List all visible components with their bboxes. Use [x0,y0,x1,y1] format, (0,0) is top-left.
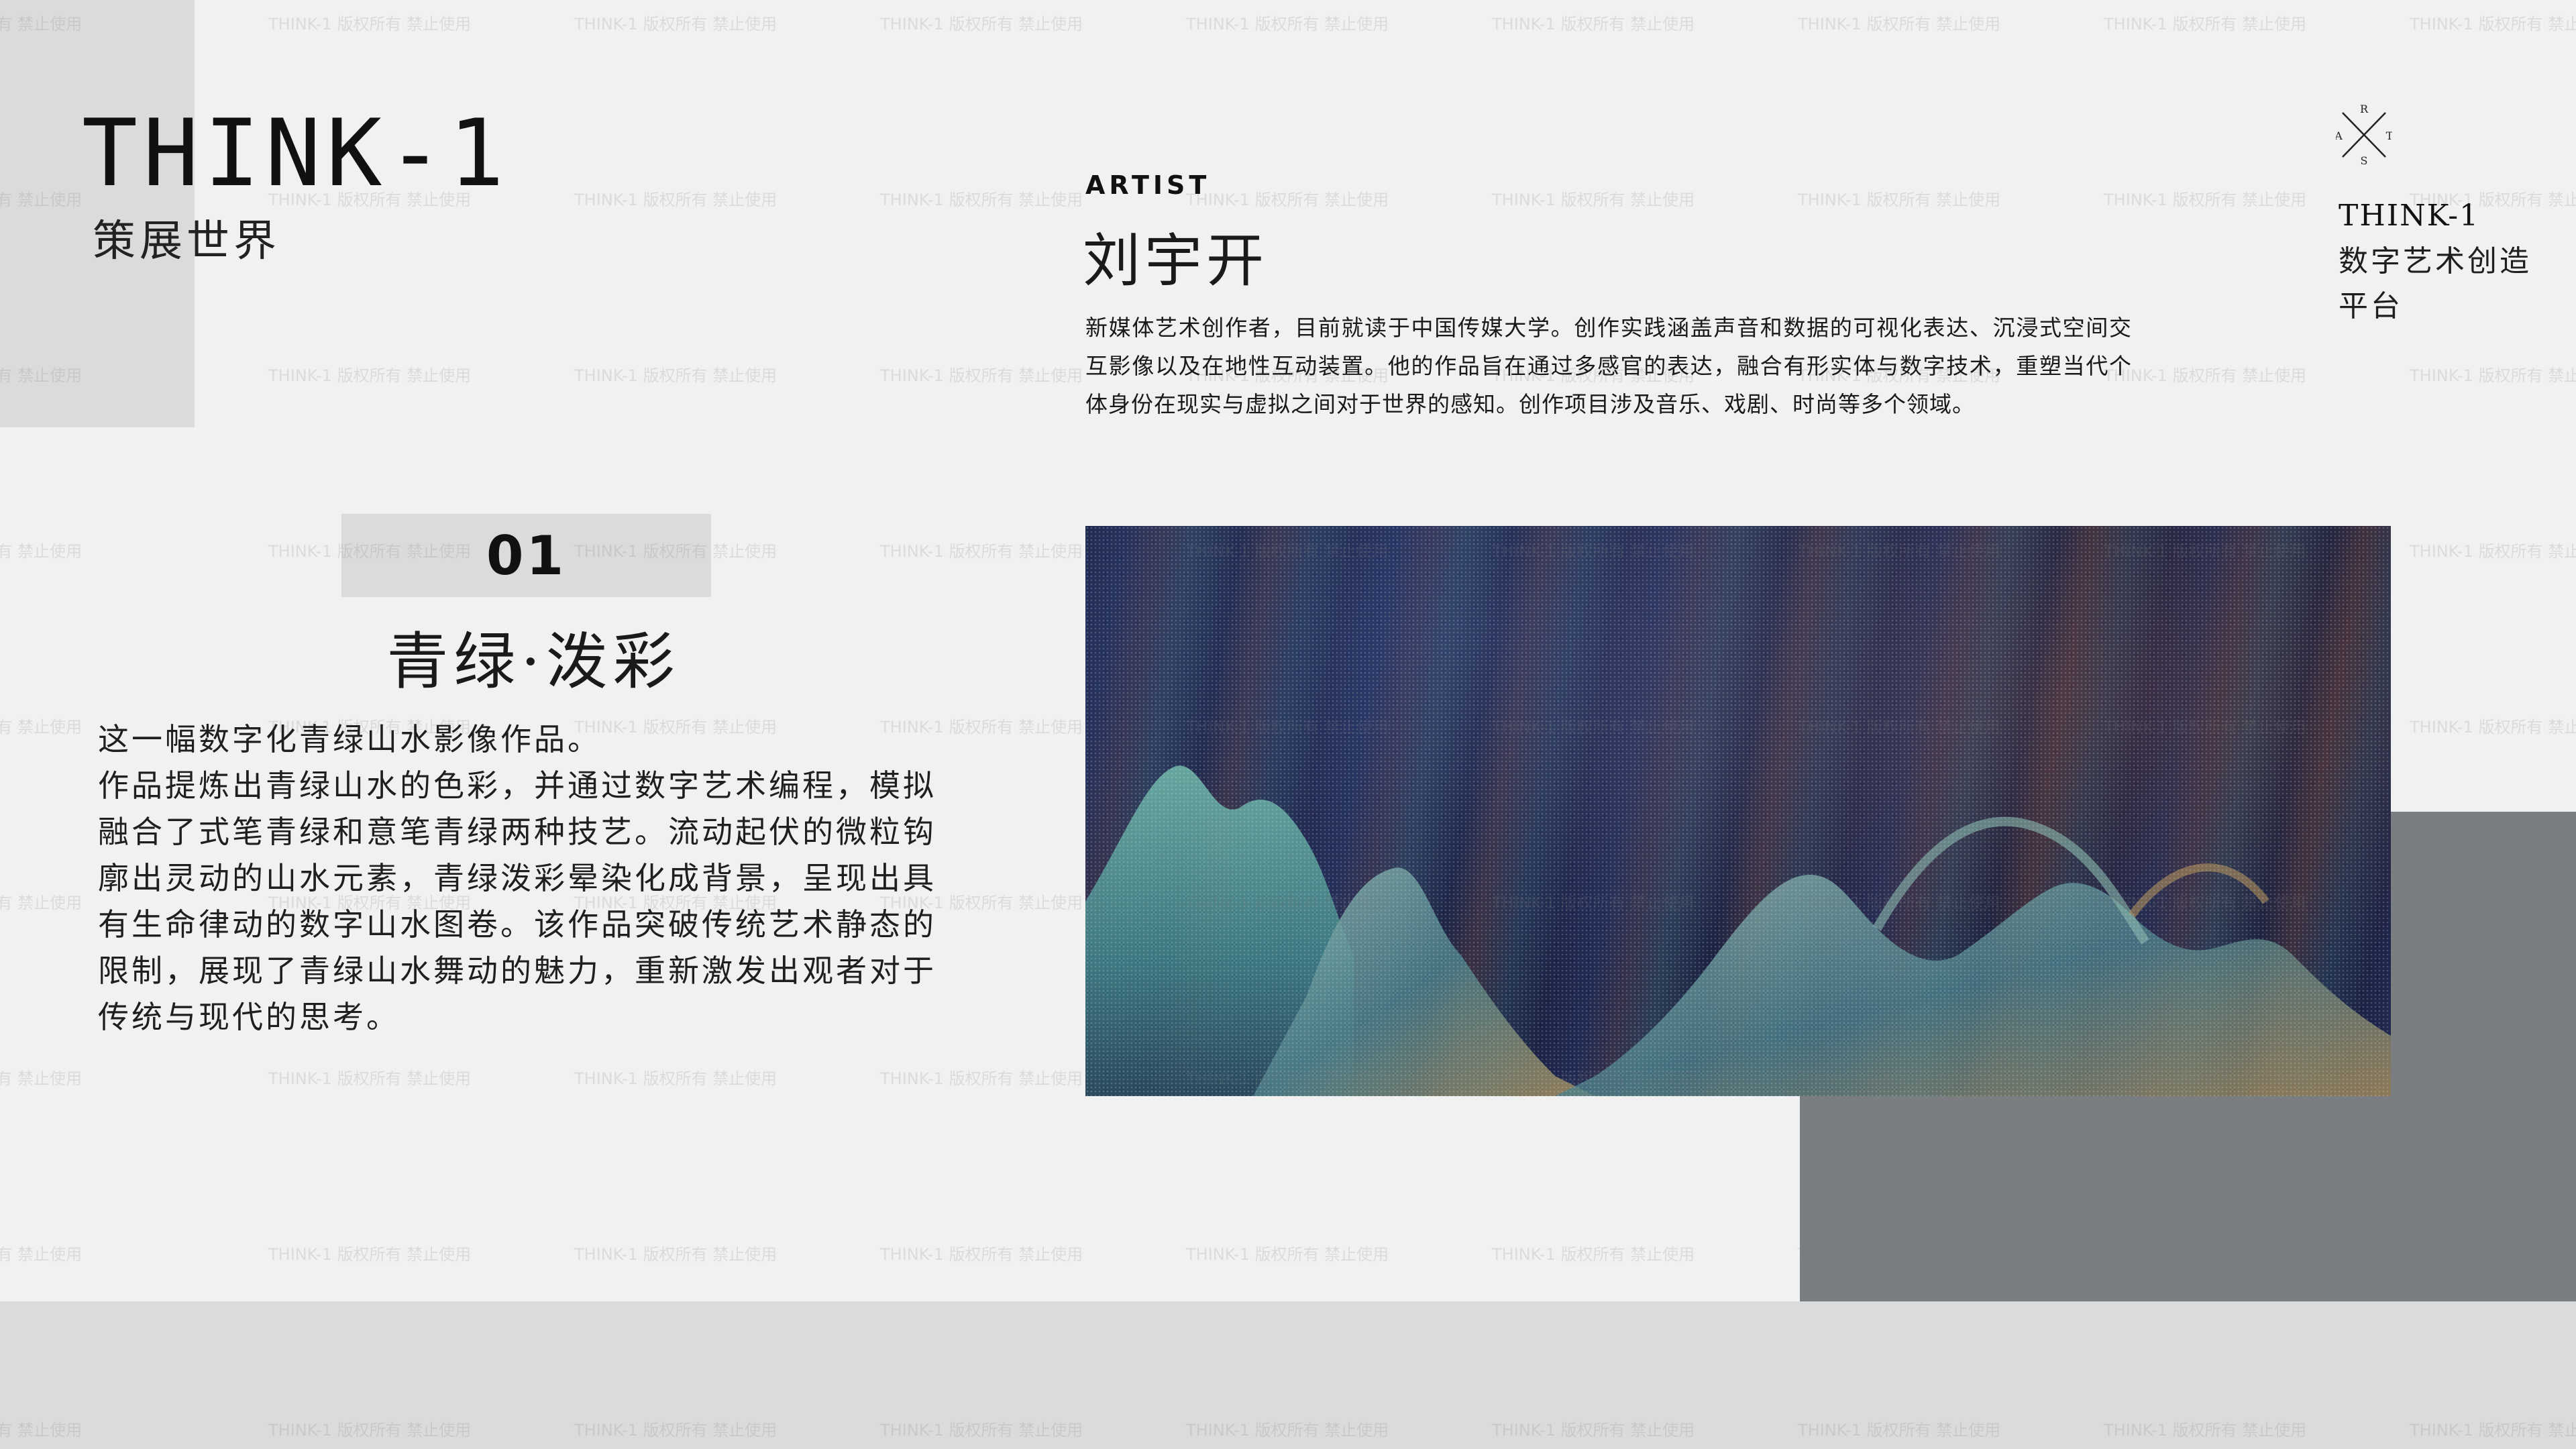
watermark-text: THINK-1 版权所有 禁止使用 [268,15,472,34]
watermark-text: THINK-1 版权所有 禁止使用 [1186,15,1389,34]
artwork-image [1085,526,2391,1096]
brand-subtitle: 策展世界 [93,217,280,266]
work-title: 青绿·泼彩 [386,626,680,698]
watermark-text: THINK-1 版权所有 禁止使用 [574,191,777,209]
logo-letter-s: S [2361,154,2368,165]
watermark-text: THINK-1 版权所有 禁止使用 [268,366,472,385]
work-body: 作品提炼出青绿山水的色彩，并通过数字艺术编程，模拟融合了式笔青绿和意笔青绿两种技… [98,767,936,1035]
watermark-text: THINK-1 版权所有 禁止使用 [2410,542,2576,561]
artwork-mountains [1085,526,2391,1096]
logo-letter-t: T [2386,129,2392,142]
watermark-text: THINK-1 版权所有 禁止使用 [574,1069,777,1088]
watermark-text: THINK-1 版权所有 禁止使用 [2410,718,2576,737]
watermark-text: THINK-1 版权所有 禁止使用 [2104,366,2307,385]
watermark-text: THINK-1 版权所有 禁止使用 [880,542,1083,561]
logo-letter-r: R [2360,105,2369,115]
watermark-text: THINK-1 版权所有 禁止使用 [880,1069,1083,1088]
artist-label: ARTIST [1085,170,1211,200]
watermark-text: THINK-1 版权所有 禁止使用 [0,718,83,737]
work-description: 这一幅数字化青绿山水影像作品。 作品提炼出青绿山水的色彩，并通过数字艺术编程，模… [98,716,936,1040]
logo-letter-a: A [2336,129,2343,142]
watermark-text: THINK-1 版权所有 禁止使用 [268,1245,472,1264]
watermark-text: THINK-1 版权所有 禁止使用 [0,542,83,561]
watermark-text: THINK-1 版权所有 禁止使用 [2104,191,2307,209]
arts-cross-icon: R A T S [2336,105,2392,165]
watermark-text: THINK-1 版权所有 禁止使用 [1492,15,1695,34]
work-number: 01 [486,524,567,587]
watermark-text: THINK-1 版权所有 禁止使用 [1186,1245,1389,1264]
watermark-text: THINK-1 版权所有 禁止使用 [2410,366,2576,385]
work-intro: 这一幅数字化青绿山水影像作品。 [98,721,601,757]
artist-bio: 新媒体艺术创作者，目前就读于中国传媒大学。创作实践涵盖声音和数据的可视化表达、沉… [1085,315,2132,417]
watermark-text: THINK-1 版权所有 禁止使用 [574,1245,777,1264]
watermark-text: THINK-1 版权所有 禁止使用 [0,1245,83,1264]
watermark-text: THINK-1 版权所有 禁止使用 [2104,15,2307,34]
platform-description: 数字艺术创造平台 [2339,244,2532,323]
watermark-text: THINK-1 版权所有 禁止使用 [268,1069,472,1088]
watermark-text: THINK-1 版权所有 禁止使用 [880,15,1083,34]
watermark-text: THINK-1 版权所有 禁止使用 [1798,191,2001,209]
watermark-text: THINK-1 版权所有 禁止使用 [574,15,777,34]
watermark-text: THINK-1 版权所有 禁止使用 [880,191,1083,209]
bottom-band [0,1301,2576,1449]
watermark-text: THINK-1 版权所有 禁止使用 [1492,191,1695,209]
watermark-text: THINK-1 版权所有 禁止使用 [0,1069,83,1088]
platform-name: THINK-1 [2339,199,2480,233]
watermark-text: THINK-1 版权所有 禁止使用 [880,366,1083,385]
watermark-text: THINK-1 版权所有 禁止使用 [0,894,83,912]
watermark-text: THINK-1 版权所有 禁止使用 [1798,15,2001,34]
watermark-text: THINK-1 版权所有 禁止使用 [880,1245,1083,1264]
brand-title: THINK-1 [82,99,510,207]
watermark-text: THINK-1 版权所有 禁止使用 [1186,191,1389,209]
watermark-text: THINK-1 版权所有 禁止使用 [574,366,777,385]
top-left-block [0,0,195,427]
artist-name: 刘宇开 [1083,227,1268,294]
watermark-text: THINK-1 版权所有 禁止使用 [2410,15,2576,34]
watermark-text: THINK-1 版权所有 禁止使用 [1492,1245,1695,1264]
